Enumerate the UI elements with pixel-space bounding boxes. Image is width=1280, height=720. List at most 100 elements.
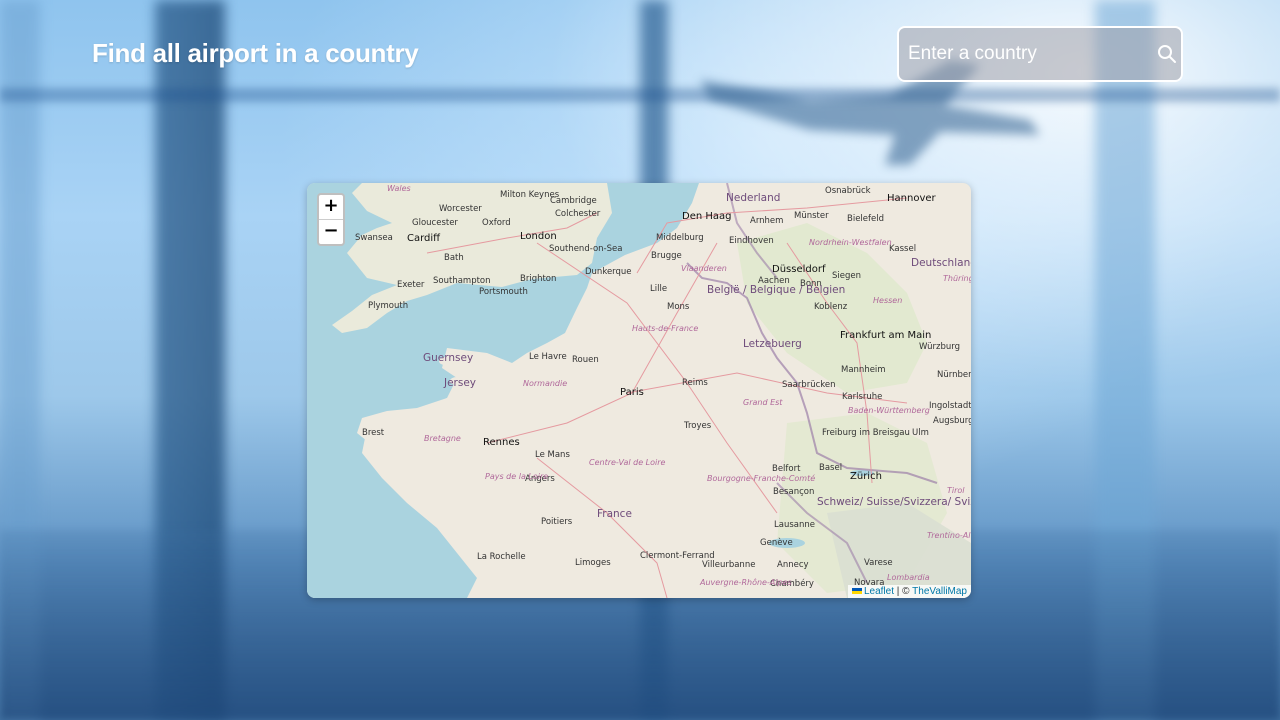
map-label: Exeter [397,280,425,290]
map-label: Middelburg [656,233,704,243]
map-label: Den Haag [682,211,732,222]
map-label: Troyes [683,421,712,431]
zoom-control: + − [317,193,345,246]
map-label: Basel [819,463,842,473]
map-label: Hauts-de-France [632,324,698,333]
map-label: Grand Est [743,398,783,407]
zoom-in-button[interactable]: + [319,195,343,220]
ukraine-flag-icon [851,588,862,595]
map-label: Genève [760,537,793,548]
map-label: Freiburg im Breisgau [822,428,910,438]
map-label: Frankfurt am Main [840,330,931,341]
map-label: Düsseldorf [772,264,826,275]
map-label: Auvergne-Rhône-Alpes [699,577,792,587]
search-icon [1158,45,1176,63]
map-label: Pays de la Loire [485,472,548,481]
map-attribution: Leaflet | © TheValliMap [847,585,971,598]
map-label: Normandie [523,379,567,388]
map-provider-link[interactable]: TheValliMap [912,586,967,597]
map-label: Rennes [483,437,520,448]
map-label: Colchester [555,209,601,219]
map-label: Gloucester [412,218,458,228]
map-label: London [520,231,557,242]
map-label: Deutschland [911,257,971,269]
map-label: Würzburg [919,342,960,352]
map-label: Wales [387,184,411,193]
map-label: Ingolstadt [929,401,971,411]
map-label: Paris [620,387,644,398]
map-label: Centre-Val de Loire [589,458,666,467]
map-label: Bath [444,253,464,263]
map-label: Lausanne [774,520,815,530]
map-label: Varese [864,558,893,568]
map-label: Villeurbanne [702,560,755,570]
map-label: Tirol [947,486,965,495]
map-label: Southend-on-Sea [549,244,622,254]
map-label: Mannheim [841,365,886,375]
map-label: Brighton [520,274,556,284]
map-label: Rouen [572,355,599,365]
zoom-out-button[interactable]: − [319,220,343,244]
map-label: Southampton [433,276,491,286]
map-label: Hannover [887,193,937,204]
map-label: Mons [667,302,690,312]
map-label: Jersey [443,377,476,389]
map-label: Le Mans [535,450,570,460]
map-label: Cambridge [550,196,597,206]
map-label: Siegen [832,271,861,281]
map-label: Reims [682,378,708,388]
map-label: Lombardia [887,573,930,582]
map-view[interactable]: Wales Milton Keynes Cambridge Worcester … [307,183,971,598]
map-label: Vlaanderen [681,264,727,273]
map-label: Nürnberg [937,370,971,380]
map-label: Eindhoven [729,236,774,246]
map-label: Koblenz [814,302,848,312]
country-search [897,26,1183,82]
map-label: Thüringen [943,274,971,283]
map-label: Annecy [777,560,809,570]
map-label: Dunkerque [585,267,632,277]
map-label: Swansea [355,233,393,243]
country-search-input[interactable] [899,28,1153,80]
map-label: Cardiff [407,233,441,244]
map-label: Münster [794,211,829,221]
page-title: Find all airport in a country [92,38,419,68]
map-label: Belfort [772,464,801,474]
attribution-separator: | [896,586,900,597]
map-label: Brest [362,428,385,438]
map-label: Poitiers [541,517,573,527]
map-label: Arnhem [750,216,783,226]
map-label: Plymouth [368,301,408,311]
leaflet-link[interactable]: Leaflet [864,586,894,597]
map-label: Hessen [873,296,902,305]
map-tiles[interactable]: Wales Milton Keynes Cambridge Worcester … [307,183,971,598]
map-label: Ulm [912,428,929,438]
map-label: Bielefeld [847,214,884,224]
map-label: Limoges [575,558,611,568]
map-label: Worcester [439,204,482,214]
map-label: Osnabrück [825,186,871,196]
map-label: Saarbrücken [782,380,836,390]
map-label: Besançon [773,487,814,497]
map-label: Baden-Württemberg [848,406,930,415]
map-label: Augsburg [933,416,971,426]
map-label: Karlsruhe [842,392,882,402]
map-label: Nordrhein-Westfalen [809,238,892,247]
map-label: Lille [650,284,667,294]
map-label: Trentino-Alto Adige/Südtirol [927,531,971,540]
search-button[interactable] [1153,28,1181,80]
map-label: Bourgogne-Franche-Comté [707,473,815,483]
map-label: Portsmouth [479,287,528,297]
copyright-symbol: © [902,586,910,597]
map-label: Schweiz/ Suisse/Svizzera/ Svizra [817,496,971,508]
map-label: Letzebuerg [743,338,802,350]
map-label: Zürich [850,471,882,482]
map-label: Le Havre [529,352,567,362]
map-label: Bretagne [424,434,461,443]
map-label: Kassel [889,244,916,254]
map-label: Nederland [726,192,780,204]
map-label: La Rochelle [477,552,526,562]
map-label: Oxford [482,218,511,228]
map-label: Brugge [651,251,682,261]
map-label: France [597,508,632,520]
